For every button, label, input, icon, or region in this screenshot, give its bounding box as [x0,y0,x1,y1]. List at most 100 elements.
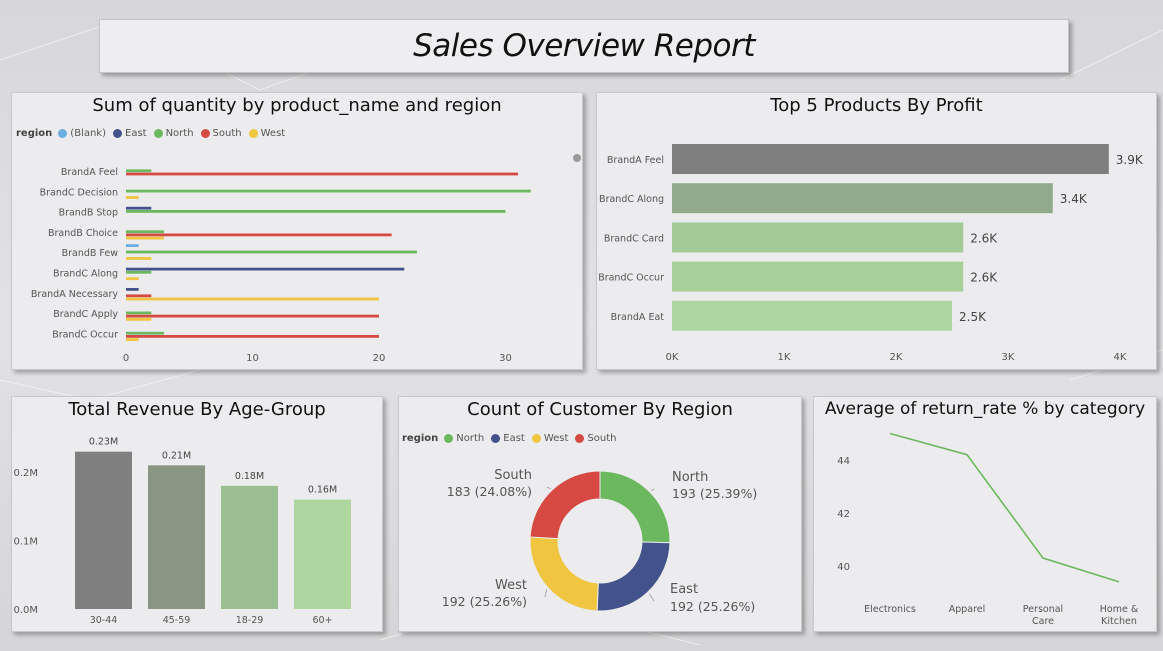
product-label: BrandC Card [604,233,664,244]
quantity-bar-west [126,317,152,321]
quantity-bar-north [126,250,417,254]
category-label: Apparel [949,604,986,615]
product-label: BrandC Along [53,269,118,280]
age-group-label: 18-29 [236,615,264,626]
x-tick-label: 30 [499,353,512,364]
quantity-bar-north [126,331,164,335]
age-group-label: 60+ [312,615,332,626]
revenue-data-label: 0.18M [235,471,264,482]
product-label: BrandA Feel [61,167,118,178]
profit-bar [672,261,964,292]
scrollbar-handle[interactable] [573,154,581,162]
product-label: BrandA Feel [607,155,664,166]
donut-region-label: South [494,468,532,483]
top-products-panel[interactable]: Top 5 Products By Profit BrandA Feel 3.9K… [596,92,1157,370]
quantity-bar-west [126,196,139,199]
donut-value-label: 183 (24.08%) [447,484,532,499]
product-label: BrandB Stop [59,208,118,219]
profit-bar [672,300,952,331]
quantity-bar-blank [126,244,139,247]
revenue-data-label: 0.23M [89,437,118,448]
x-tick-label: 3K [1002,352,1015,363]
age-group-label: 30-44 [90,615,118,626]
y-tick-label: 40 [837,562,850,573]
x-tick-label: 4K [1114,352,1127,363]
donut-leader-line [544,589,548,598]
revenue-by-age-panel[interactable]: Total Revenue By Age-Group 0.0M 0.1M 0.2M 0… [11,396,383,632]
revenue-bar [75,451,132,609]
product-label: BrandC Apply [53,309,118,320]
category-label: Electronics [864,604,916,615]
customers-by-region-panel[interactable]: Count of Customer By Region region North… [398,396,802,632]
return-rate-line-chart[interactable]: 40 42 44 Electronics Apparel PersonalCare Home… [814,397,1158,633]
quantity-bar-north [126,210,506,213]
product-label: BrandC Along [599,194,664,205]
region-donut-chart[interactable]: North193 (25.39%)East192 (25.26%)West192… [399,397,803,633]
category-label: Home & [1100,604,1139,615]
profit-bar-chart[interactable]: BrandA Feel 3.9K BrandC Along 3.4K BrandC Ca… [597,93,1158,371]
quantity-bar-west [126,338,139,341]
age-group-label: 45-59 [163,615,191,626]
quantity-bar-east [126,288,139,291]
y-tick-label: 0.0M [13,605,38,616]
product-label: BrandC Decision [40,187,118,198]
quantity-bar-south [126,335,379,338]
profit-bar [672,222,964,253]
revenue-bar-chart[interactable]: 0.0M 0.1M 0.2M 0.23M 30-44 0.21M 45-59 0.18M 18-… [12,397,384,633]
x-tick-label: 0 [123,353,129,364]
quantity-bar-north [126,270,152,274]
product-label: BrandA Necessary [31,289,118,300]
revenue-data-label: 0.21M [162,450,191,461]
revenue-bar [148,465,205,609]
category-label: Care [1032,616,1054,627]
product-label: BrandB Choice [48,228,118,239]
donut-value-label: 192 (25.26%) [442,594,527,609]
donut-leader-line [651,488,655,492]
quantity-bar-west [126,277,139,281]
quantity-bar-north [126,311,152,315]
donut-slice-north [599,470,671,544]
profit-data-label: 2.6K [970,231,998,245]
quantity-bar-south [126,314,379,318]
quantity-bar-south [126,172,519,176]
donut-value-label: 193 (25.39%) [672,486,757,501]
report-title: Sales Overview Report [413,28,755,64]
category-label: Kitchen [1101,616,1137,627]
quantity-bar-north [126,230,164,234]
revenue-bar [221,485,278,609]
quantity-bar-west [126,257,152,260]
quantity-bar-south [126,294,152,298]
profit-bar [672,183,1053,214]
donut-leader-line [648,593,655,602]
quantity-bar-east [126,206,152,210]
x-tick-label: 2K [890,352,903,363]
product-label: BrandB Few [62,248,119,259]
product-label: BrandC Occur [598,273,664,284]
quantity-bar-chart[interactable]: BrandA Feel BrandC Decision BrandB Stop Bra… [12,93,584,371]
quantity-bar-east [126,267,405,271]
donut-region-label: West [495,578,527,593]
profit-data-label: 2.6K [970,271,998,285]
donut-slice-west [529,536,599,612]
category-label: Personal [1023,604,1063,615]
product-label: BrandC Occur [52,329,118,340]
donut-value-label: 192 (25.26%) [670,599,755,614]
donut-slice-east [596,541,671,612]
y-tick-label: 42 [837,509,850,520]
report-title-box: Sales Overview Report [99,19,1069,73]
product-label: BrandA Eat [611,312,665,323]
y-tick-label: 44 [837,456,850,467]
quantity-bar-north [126,169,152,173]
return-rate-panel[interactable]: Average of return_rate % by category 40 4… [813,396,1157,632]
profit-bar [672,144,1109,174]
quantity-bar-west [126,297,379,301]
x-tick-label: 20 [373,353,386,364]
profit-data-label: 3.4K [1060,192,1088,206]
donut-region-label: East [670,582,698,597]
quantity-bar-south [126,233,392,237]
donut-leader-line [546,486,551,490]
y-tick-label: 0.1M [13,537,38,548]
revenue-data-label: 0.16M [308,485,337,496]
profit-data-label: 2.5K [959,310,987,324]
quantity-by-product-panel[interactable]: Sum of quantity by product_name and regi… [11,92,583,370]
